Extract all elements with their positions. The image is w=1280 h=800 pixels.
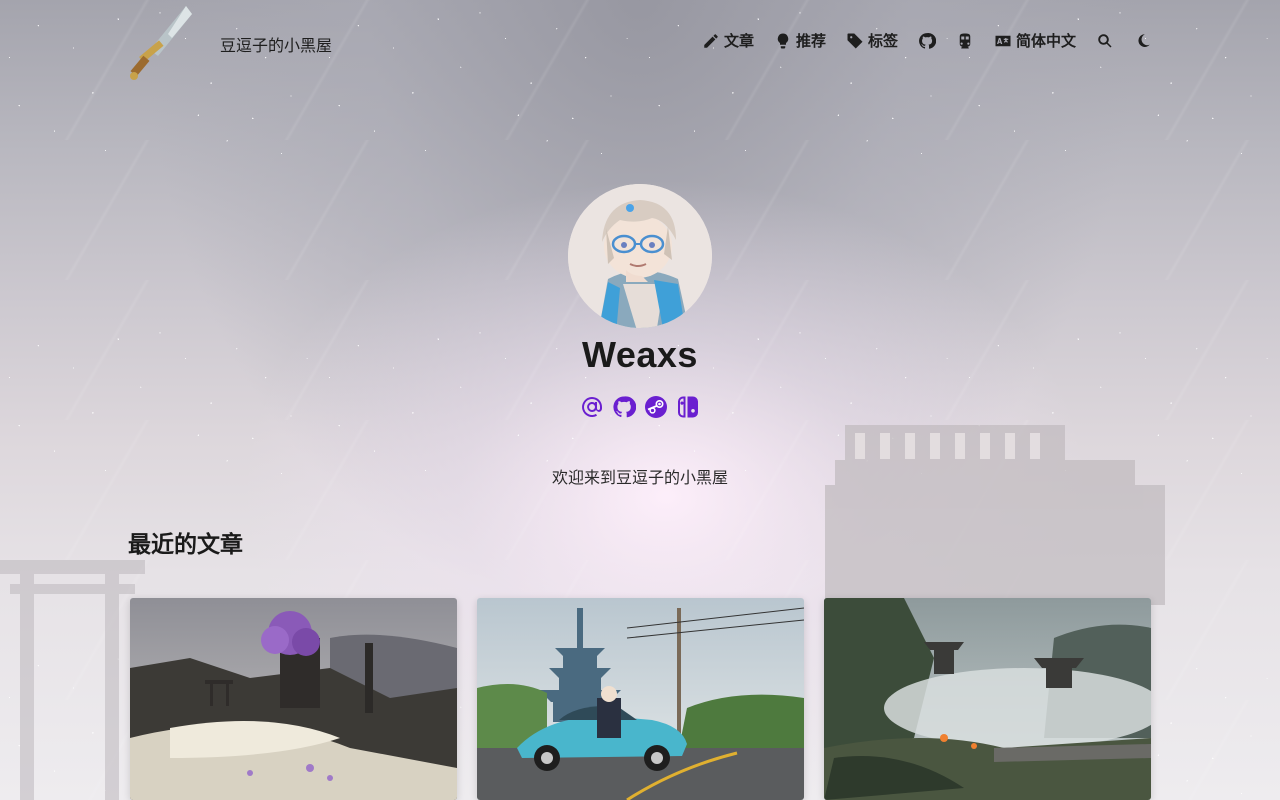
recent-posts-cards: [130, 598, 1151, 800]
post-card-pagoda-car[interactable]: [477, 598, 804, 800]
nav-label: 推荐: [795, 33, 826, 50]
nav-item-github[interactable]: [918, 32, 936, 50]
nav-label: 简体中文: [1015, 33, 1076, 50]
moon-icon: [1138, 33, 1150, 47]
post-thumbnail: [130, 598, 457, 800]
nintendo-switch-icon[interactable]: [676, 395, 700, 419]
lightbulb-icon: [777, 33, 789, 48]
github-icon[interactable]: [612, 395, 636, 419]
search-icon: [1098, 33, 1112, 48]
train-icon: [959, 33, 971, 48]
post-card-misty-temple[interactable]: [824, 598, 1151, 800]
site-title[interactable]: 豆逗子的小黑屋: [220, 32, 332, 56]
nav-item-search[interactable]: [1096, 32, 1114, 50]
email-icon[interactable]: [580, 395, 604, 419]
main-nav: 文章 推荐 标签 简体中文: [702, 30, 1152, 51]
nav-label: 标签: [867, 33, 898, 50]
nav-item-theme-toggle[interactable]: [1134, 32, 1152, 50]
sword-icon[interactable]: [128, 4, 194, 82]
nav-item-tags[interactable]: 标签: [846, 30, 898, 51]
nav-item-language[interactable]: 简体中文: [994, 30, 1076, 51]
avatar: [568, 184, 712, 328]
post-thumbnail: [824, 598, 1151, 800]
profile-name: Weaxs: [582, 334, 698, 375]
social-links: [0, 395, 1280, 419]
tag-icon: [847, 33, 863, 48]
github-icon: [919, 32, 936, 49]
nav-item-articles[interactable]: 文章: [702, 30, 754, 51]
steam-icon[interactable]: [644, 395, 668, 419]
section-heading-recent-posts: 最近的文章: [128, 531, 243, 557]
language-icon: [995, 35, 1011, 46]
torii-gate-silhouette: [0, 560, 145, 800]
post-thumbnail: [477, 598, 804, 800]
site-header: 豆逗子的小黑屋 文章 推荐 标签 简体中文: [0, 0, 1280, 84]
nav-label: 文章: [723, 33, 754, 50]
nav-item-train[interactable]: [956, 32, 974, 50]
post-card-ruined-shrine[interactable]: [130, 598, 457, 800]
welcome-text: 欢迎来到豆逗子的小黑屋: [551, 470, 728, 487]
temple-silhouette: [825, 425, 1165, 605]
nav-item-recommend[interactable]: 推荐: [774, 30, 826, 51]
pencil-icon: [704, 33, 718, 48]
